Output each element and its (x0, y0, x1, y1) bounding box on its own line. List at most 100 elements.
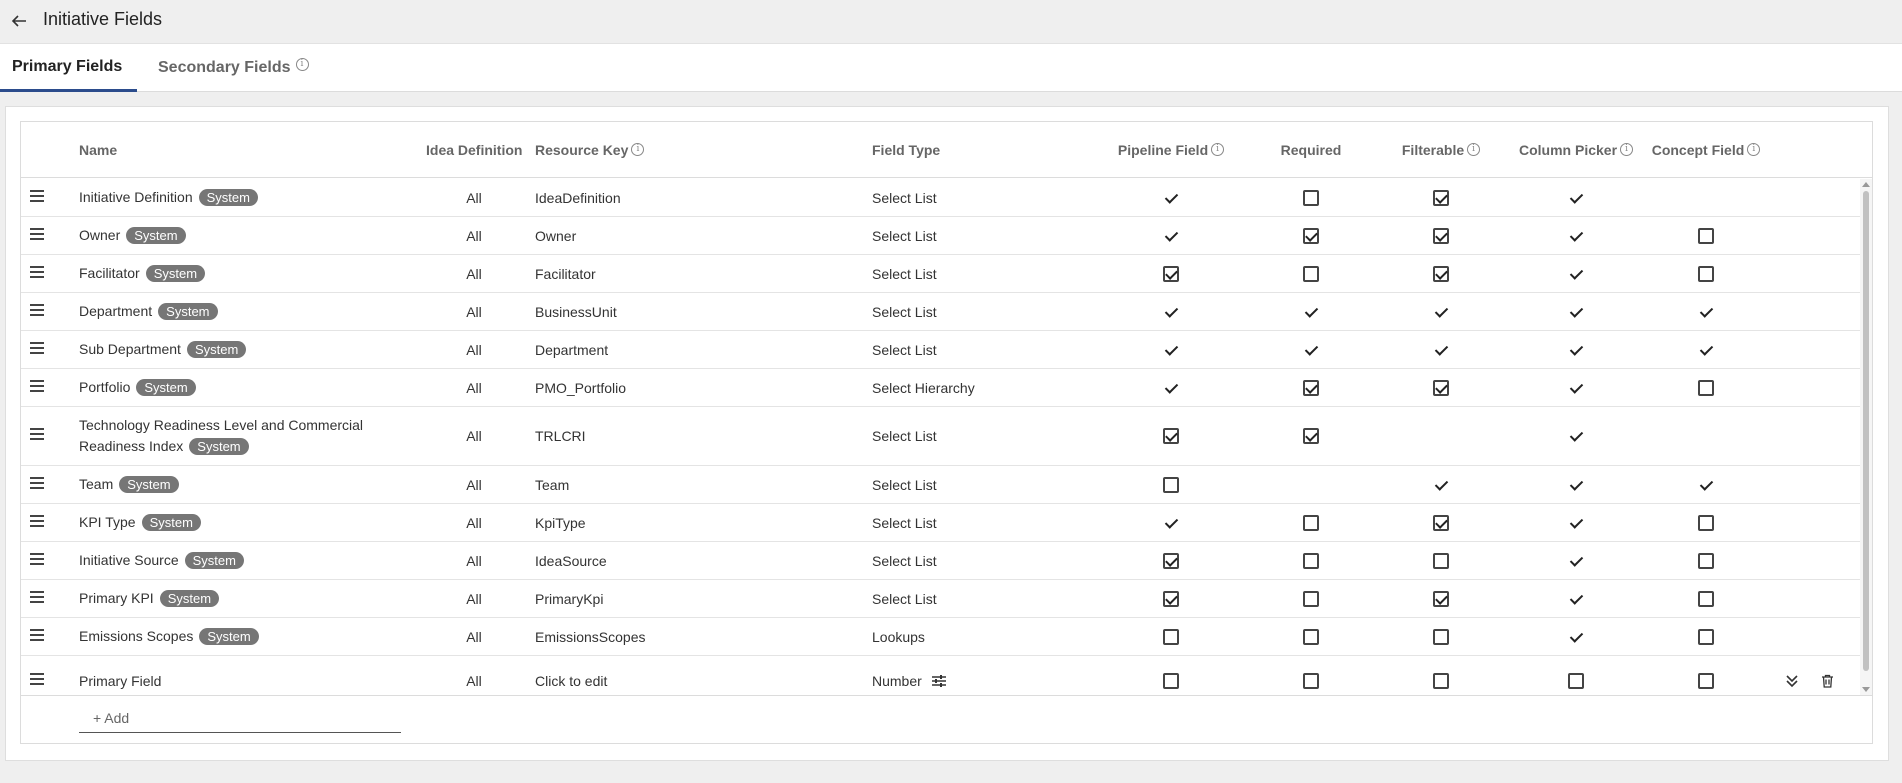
table-row[interactable]: Initiative Definition System All IdeaDefini… (21, 179, 1872, 217)
info-icon[interactable]: i (1620, 143, 1634, 156)
tune-icon[interactable] (928, 670, 950, 692)
drag-handle-icon[interactable] (30, 590, 44, 605)
resource-key-cell: IdeaSource (535, 552, 607, 569)
drag-handle-icon[interactable] (30, 673, 44, 687)
grid-header: Name Idea Definition Resource Key i Field… (21, 122, 1872, 178)
checkbox-checked[interactable] (1163, 552, 1179, 569)
table-row[interactable]: Sub Department System All Department Select … (21, 331, 1872, 369)
drag-handle-icon[interactable] (30, 265, 44, 280)
info-icon[interactable]: i (295, 57, 309, 71)
drag-handle-icon[interactable] (30, 476, 44, 491)
table-row[interactable]: Technology Readiness Level and Commercia… (21, 407, 1872, 466)
drag-handle-icon[interactable] (30, 341, 44, 356)
checkbox[interactable] (1163, 673, 1179, 689)
tab-secondary-fields[interactable]: Secondary Fields i (158, 44, 309, 92)
checkbox[interactable] (1163, 628, 1179, 645)
scroll-down-arrow-icon[interactable] (1862, 687, 1870, 692)
header-name[interactable]: Name (79, 122, 117, 178)
table-row[interactable]: Emissions Scopes System All EmissionsScopes… (21, 618, 1872, 656)
header-concept-field[interactable]: Concept Field i (1641, 122, 1771, 178)
header-pipeline-field[interactable]: Pipeline Field i (1101, 122, 1241, 178)
checkbox[interactable] (1163, 476, 1179, 493)
drag-handle-icon[interactable] (30, 189, 44, 204)
header-field-type[interactable]: Field Type (872, 122, 940, 178)
tab-primary-fields[interactable]: Primary Fields (0, 44, 137, 92)
checkbox-checked[interactable] (1303, 379, 1319, 396)
drag-handle-icon[interactable] (30, 514, 44, 529)
checkbox[interactable] (1698, 265, 1714, 282)
checkbox-checked[interactable] (1163, 265, 1179, 282)
table-row[interactable]: Department System All BusinessUnit Select Li… (21, 293, 1872, 331)
scroll-up-arrow-icon[interactable] (1862, 182, 1870, 187)
drag-handle-icon[interactable] (30, 628, 44, 643)
header-filterable[interactable]: Filterable i (1381, 122, 1501, 178)
table-row[interactable]: KPI Type System All KpiType Select List (21, 504, 1872, 542)
table-row[interactable]: Portfolio System All PMO_Portfolio Select Hi… (21, 369, 1872, 407)
system-badge: System (189, 438, 249, 455)
info-icon[interactable]: i (1747, 143, 1761, 156)
add-field-button[interactable]: + Add (79, 705, 401, 733)
vertical-scrollbar[interactable] (1860, 179, 1872, 695)
header-required[interactable]: Required (1251, 122, 1371, 178)
idea-definition-cell: All (466, 476, 482, 493)
checkbox[interactable] (1698, 590, 1714, 607)
name-cell: Portfolio System (79, 369, 409, 406)
checkbox[interactable] (1433, 673, 1449, 689)
required-cell (1251, 466, 1371, 503)
checkbox-checked[interactable] (1163, 428, 1179, 444)
checkbox[interactable] (1698, 514, 1714, 531)
info-icon[interactable]: i (631, 143, 645, 156)
table-row[interactable]: Initiative Source System All IdeaSource Sele… (21, 542, 1872, 580)
checkbox[interactable] (1303, 552, 1319, 569)
required-cell (1251, 369, 1371, 406)
checkbox-checked[interactable] (1433, 227, 1449, 244)
checkbox-checked[interactable] (1433, 590, 1449, 607)
double-chevron-down-icon[interactable] (1781, 670, 1803, 692)
field-type-label: Select List (872, 552, 937, 569)
checkbox[interactable] (1303, 189, 1319, 206)
header-resource-key[interactable]: Resource Key i (535, 122, 645, 178)
checkbox-checked[interactable] (1303, 227, 1319, 244)
checkbox[interactable] (1433, 628, 1449, 645)
system-badge: System (136, 379, 196, 396)
drag-handle-icon[interactable] (30, 428, 44, 442)
header-column-picker[interactable]: Column Picker i (1511, 122, 1641, 178)
checkbox[interactable] (1303, 514, 1319, 531)
drag-handle-icon[interactable] (30, 379, 44, 394)
checkbox[interactable] (1303, 265, 1319, 282)
table-row[interactable]: Owner System All Owner Select List (21, 217, 1872, 255)
back-arrow-icon[interactable] (6, 8, 32, 34)
checkbox[interactable] (1303, 673, 1319, 689)
checkbox[interactable] (1698, 673, 1714, 689)
table-row[interactable]: Facilitator System All Facilitator Select Li… (21, 255, 1872, 293)
checkbox[interactable] (1698, 227, 1714, 244)
checkbox-checked[interactable] (1433, 265, 1449, 282)
checkbox[interactable] (1568, 673, 1584, 689)
drag-handle-icon[interactable] (30, 552, 44, 567)
checkbox-checked[interactable] (1433, 189, 1449, 206)
checkbox[interactable] (1433, 552, 1449, 569)
checkbox[interactable] (1698, 552, 1714, 569)
checkbox[interactable] (1303, 590, 1319, 607)
checkbox[interactable] (1303, 628, 1319, 645)
header-idea-definition[interactable]: Idea Definition (426, 122, 522, 178)
table-row[interactable]: Primary Field All Click to edit Number (21, 656, 1872, 695)
checkbox-checked[interactable] (1163, 590, 1179, 607)
resource-key-cell[interactable]: Click to edit (535, 656, 855, 695)
trash-icon[interactable] (1816, 670, 1838, 692)
scroll-thumb[interactable] (1863, 191, 1869, 671)
checkbox-checked[interactable] (1433, 379, 1449, 396)
checkbox[interactable] (1698, 379, 1714, 396)
checkbox-checked[interactable] (1433, 514, 1449, 531)
checkbox[interactable] (1698, 628, 1714, 645)
info-icon[interactable]: i (1211, 143, 1225, 156)
name-cell: Owner System (79, 217, 409, 254)
drag-handle-icon[interactable] (30, 227, 44, 242)
checkbox-checked[interactable] (1303, 428, 1319, 444)
table-row[interactable]: Primary KPI System All PrimaryKpi Select Lis… (21, 580, 1872, 618)
checkmark-icon (1569, 516, 1583, 530)
filterable-cell (1381, 618, 1501, 655)
info-icon[interactable]: i (1467, 143, 1481, 156)
drag-handle-icon[interactable] (30, 303, 44, 318)
table-row[interactable]: Team System All Team Select List (21, 466, 1872, 504)
